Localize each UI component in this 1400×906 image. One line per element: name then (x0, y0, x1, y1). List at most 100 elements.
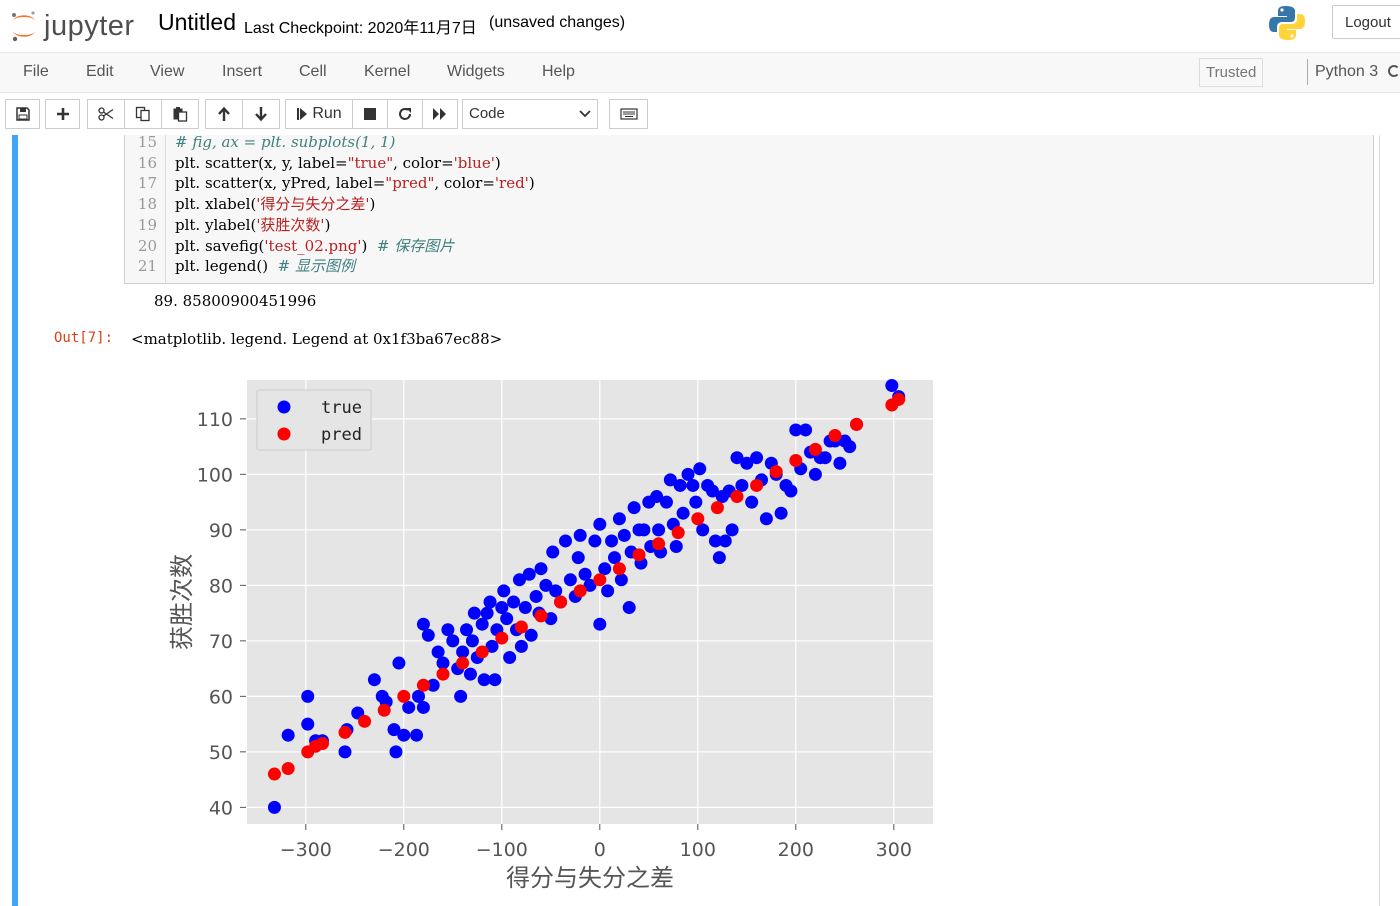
point-true (885, 379, 899, 393)
legend-marker-pred (277, 427, 291, 441)
point-true (421, 628, 435, 642)
legend-label-pred: pred (321, 425, 362, 445)
point-pred (397, 689, 411, 703)
trusted-indicator[interactable]: Trusted (1199, 58, 1264, 87)
interrupt-button[interactable] (352, 99, 388, 129)
cell-type-select[interactable]: Code (462, 99, 598, 129)
point-true (676, 506, 690, 520)
kernel-idle-icon (1388, 65, 1400, 77)
notebook-container-border (1379, 135, 1380, 906)
selected-cell-indicator (12, 135, 18, 906)
code-line: 20 plt. savefig('test_02.png') # 保存图片 (125, 236, 1365, 257)
scatter-chart: −300 −200 −100 0 100 200 300 40 50 60 70 80 90 100 110… (168, 379, 933, 892)
point-pred (338, 725, 352, 739)
run-label: Run (312, 105, 342, 122)
legend-label-true: true (321, 398, 362, 418)
code-editor[interactable]: 15 # fig, ax = plt. subplots(1, 1) 16 plt. … (124, 133, 1374, 284)
point-true (686, 478, 700, 492)
point-true (573, 528, 587, 542)
restart-icon (399, 108, 411, 120)
point-pred (358, 714, 372, 728)
menu-view[interactable]: View (150, 63, 184, 81)
python-logo-icon (1269, 6, 1305, 40)
cut-icon (98, 107, 114, 121)
menu-widgets[interactable]: Widgets (447, 63, 505, 81)
command-palette-button[interactable] (609, 99, 648, 129)
point-true (718, 534, 732, 548)
run-icon (297, 108, 308, 120)
y-tick-label: 40 (209, 797, 233, 819)
stdout-output: 89. 85800900451996 (154, 292, 317, 310)
move-up-button[interactable] (205, 99, 243, 129)
point-true (612, 512, 626, 526)
code-line: 21 plt. legend() # 显示图例 (125, 256, 1365, 277)
point-true (601, 584, 615, 598)
paste-button[interactable] (161, 99, 199, 129)
point-true (338, 745, 352, 759)
menu-kernel[interactable]: Kernel (364, 63, 410, 81)
point-true (799, 423, 813, 437)
point-true (669, 540, 683, 553)
arrow-down-icon (255, 107, 267, 122)
menu-file[interactable]: File (23, 63, 49, 81)
point-pred (573, 584, 587, 598)
point-true (617, 528, 631, 542)
point-pred (534, 609, 548, 623)
menu-cell[interactable]: Cell (299, 63, 327, 81)
point-true (412, 689, 425, 703)
notebook-title[interactable]: Untitled (158, 9, 236, 36)
point-true (546, 545, 560, 559)
insert-cell-button[interactable] (45, 99, 80, 129)
point-true (529, 589, 543, 603)
code-line: 19 plt. ylabel('获胜次数') (125, 215, 1365, 236)
point-true (593, 617, 607, 631)
point-pred (475, 645, 489, 659)
point-true (578, 567, 592, 581)
menu-edit[interactable]: Edit (86, 63, 114, 81)
point-true (389, 745, 403, 759)
move-down-button[interactable] (242, 99, 280, 129)
point-pred (789, 453, 803, 467)
point-pred (850, 417, 864, 431)
point-true (495, 601, 509, 615)
y-tick-label: 80 (209, 575, 233, 597)
point-pred (652, 537, 666, 551)
point-true (367, 673, 381, 687)
y-tick-label: 60 (209, 686, 233, 708)
code-line: 16 plt. scatter(x, y, label="true", color… (125, 153, 1365, 174)
point-true (281, 728, 295, 742)
point-true (614, 573, 628, 587)
logout-button[interactable]: Logout (1332, 5, 1400, 39)
point-true (659, 495, 673, 509)
point-pred (612, 562, 626, 576)
point-pred (267, 767, 281, 781)
run-button[interactable]: Run (285, 99, 353, 129)
menu-insert[interactable]: Insert (222, 63, 262, 81)
checkpoint-status: Last Checkpoint: 2020年11月7日 (244, 20, 477, 37)
point-true (725, 523, 739, 537)
cut-button[interactable] (87, 99, 125, 129)
restart-run-all-button[interactable] (422, 99, 458, 129)
point-pred (769, 465, 783, 479)
point-true (808, 467, 822, 481)
save-button[interactable] (5, 99, 40, 129)
point-true (712, 551, 726, 565)
point-true (480, 606, 494, 620)
restart-button[interactable] (387, 99, 423, 129)
point-true (507, 595, 521, 609)
point-true (416, 617, 430, 631)
menu-help[interactable]: Help (542, 63, 575, 81)
point-true (559, 534, 572, 548)
code-line: 18 plt. xlabel('得分与失分之差') (125, 194, 1365, 215)
autosave-status: (unsaved changes) (489, 14, 626, 31)
point-pred (456, 656, 470, 670)
copy-icon (135, 106, 150, 122)
copy-button[interactable] (124, 99, 162, 129)
point-pred (710, 501, 724, 515)
point-pred (281, 762, 295, 775)
code-text: plt. ylabel('获胜次数') (175, 215, 331, 234)
point-true (463, 667, 477, 681)
jupyter-logo[interactable]: jupyter (10, 6, 135, 46)
point-true (571, 551, 585, 565)
point-pred (315, 737, 329, 751)
